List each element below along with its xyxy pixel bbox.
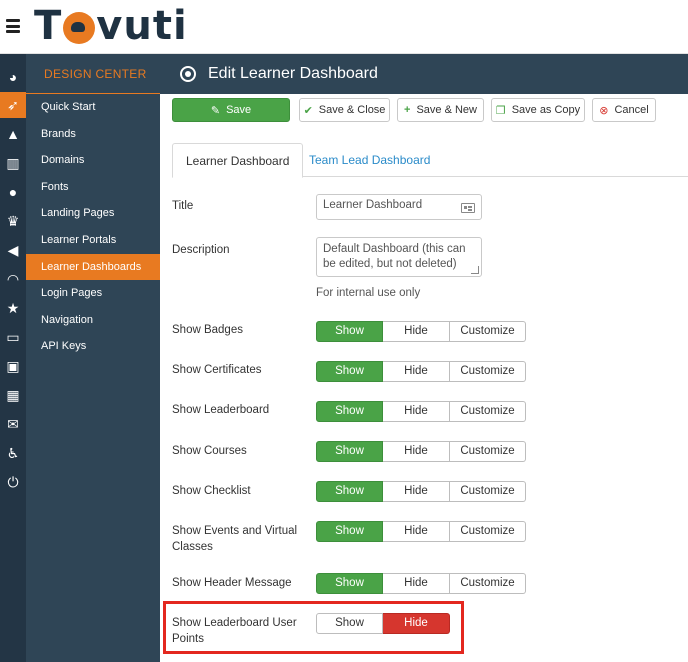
customize-option[interactable]: Customize	[450, 401, 526, 422]
sidebar-item-landing-pages[interactable]: Landing Pages	[26, 200, 160, 227]
sidebar-heading: DESIGN CENTER	[26, 54, 160, 94]
id-card-icon	[461, 203, 475, 213]
tab-team-lead-dashboard[interactable]: Team Lead Dashboard	[296, 143, 443, 178]
customize-option[interactable]: Customize	[450, 361, 526, 382]
toggle-courses: Show Hide Customize	[316, 441, 526, 462]
hide-option[interactable]: Hide	[383, 401, 450, 422]
plus-icon: +	[404, 104, 411, 116]
toggle-certificates: Show Hide Customize	[316, 361, 526, 382]
calendar-icon[interactable]: ▦	[0, 382, 26, 408]
show-option[interactable]: Show	[316, 321, 383, 342]
bar-chart-icon[interactable]: ▥	[0, 150, 26, 176]
sidebar-item-learner-portals[interactable]: Learner Portals	[26, 227, 160, 254]
show-option[interactable]: Show	[316, 573, 383, 594]
save-button[interactable]: ✎ Save	[172, 98, 290, 122]
tovuti-logo[interactable]: Tvuti	[34, 3, 188, 49]
customize-option[interactable]: Customize	[450, 441, 526, 462]
sidebar-item-login-pages[interactable]: Login Pages	[26, 280, 160, 307]
copy-icon: ❐	[495, 104, 506, 117]
save-new-button[interactable]: + Save & New	[397, 98, 484, 122]
show-option[interactable]: Show	[316, 441, 383, 462]
row-label-events: Show Events and Virtual Classes	[172, 525, 298, 553]
customize-option[interactable]: Customize	[450, 321, 526, 342]
description-textarea[interactable]: Default Dashboard (this can be edited, b…	[316, 237, 482, 277]
resize-handle-icon[interactable]	[471, 266, 479, 274]
show-option[interactable]: Show	[316, 401, 383, 422]
hide-option[interactable]: Hide	[383, 441, 450, 462]
rocket-icon[interactable]: ➶	[0, 92, 26, 118]
power-icon[interactable]: ⏻	[0, 469, 26, 495]
save-close-button[interactable]: ✔ Save & Close	[299, 98, 390, 122]
users-icon[interactable]: ●	[0, 179, 26, 205]
dot-circle-icon	[180, 66, 196, 82]
toggle-leaderboard: Show Hide Customize	[316, 401, 526, 422]
graduation-cap-icon[interactable]: ▲	[0, 121, 26, 147]
row-label-badges: Show Badges	[172, 324, 243, 336]
page-title: Edit Learner Dashboard	[208, 65, 378, 82]
tab-bar: Learner Dashboard Team Lead Dashboard	[172, 143, 688, 178]
title-input[interactable]: Learner Dashboard	[316, 194, 482, 220]
row-label-courses: Show Courses	[172, 445, 247, 457]
description-help-text: For internal use only	[316, 287, 421, 299]
show-option[interactable]: Show	[316, 481, 383, 502]
accessibility-icon[interactable]: ♿	[0, 440, 26, 466]
cancel-button[interactable]: ⊗ Cancel	[592, 98, 656, 122]
sidebar-item-fonts[interactable]: Fonts	[26, 174, 160, 201]
toggle-checklist: Show Hide Customize	[316, 481, 526, 502]
sidebar-item-quick-start[interactable]: Quick Start	[26, 94, 160, 121]
hide-option[interactable]: Hide	[383, 321, 450, 342]
sidebar: DESIGN CENTER Quick Start Brands Domains…	[26, 54, 160, 662]
logo-text-left: T	[34, 3, 63, 49]
row-label-header-message: Show Header Message	[172, 577, 292, 589]
row-label-leaderboard: Show Leaderboard	[172, 404, 270, 416]
show-option[interactable]: Show	[316, 521, 383, 542]
star-icon[interactable]: ★	[0, 295, 26, 321]
edit-icon: ✎	[210, 104, 221, 117]
dashboard-icon[interactable]: ◕	[0, 64, 26, 90]
description-label: Description	[172, 244, 230, 256]
logo-text-right: vuti	[96, 3, 188, 49]
hide-option[interactable]: Hide	[383, 573, 450, 594]
sidebar-item-navigation[interactable]: Navigation	[26, 307, 160, 334]
sidebar-item-brands[interactable]: Brands	[26, 121, 160, 148]
hide-option[interactable]: Hide	[383, 361, 450, 382]
credit-card-icon[interactable]: ▭	[0, 324, 26, 350]
sidebar-item-domains[interactable]: Domains	[26, 147, 160, 174]
toggle-events: Show Hide Customize	[316, 521, 526, 542]
save-as-copy-button[interactable]: ❐ Save as Copy	[491, 98, 585, 122]
cancel-circle-icon: ⊗	[599, 104, 609, 117]
toggle-header-message: Show Hide Customize	[316, 573, 526, 594]
row-label-certificates: Show Certificates	[172, 364, 262, 376]
trophy-icon[interactable]: ♛	[0, 208, 26, 234]
tab-learner-dashboard[interactable]: Learner Dashboard	[172, 143, 304, 178]
hide-option[interactable]: Hide	[383, 521, 450, 542]
toggle-badges: Show Hide Customize	[316, 321, 526, 342]
sidebar-item-learner-dashboards[interactable]: Learner Dashboards	[26, 253, 160, 281]
check-icon: ✔	[303, 104, 313, 117]
title-label: Title	[172, 200, 194, 212]
hamburger-menu-icon[interactable]	[6, 19, 20, 33]
id-badge-icon[interactable]: ▣	[0, 353, 26, 379]
rss-icon[interactable]: ◠	[0, 266, 26, 292]
customize-option[interactable]: Customize	[450, 481, 526, 502]
show-option[interactable]: Show	[316, 361, 383, 382]
top-bar: Tvuti	[0, 0, 688, 54]
row-label-checklist: Show Checklist	[172, 485, 251, 497]
page-header: Edit Learner Dashboard	[160, 54, 688, 94]
customize-option[interactable]: Customize	[450, 573, 526, 594]
sidebar-item-api-keys[interactable]: API Keys	[26, 333, 160, 360]
icon-rail: ◕ ➶ ▲ ▥ ● ♛ ◀ ◠ ★ ▭ ▣ ▦ ✉ ♿ ⏻	[0, 54, 26, 662]
customize-option[interactable]: Customize	[450, 521, 526, 542]
comments-icon[interactable]: ✉	[0, 411, 26, 437]
elephant-logo-icon	[63, 12, 96, 44]
megaphone-icon[interactable]: ◀	[0, 237, 26, 263]
hide-option[interactable]: Hide	[383, 481, 450, 502]
highlight-annotation-box	[163, 601, 464, 654]
